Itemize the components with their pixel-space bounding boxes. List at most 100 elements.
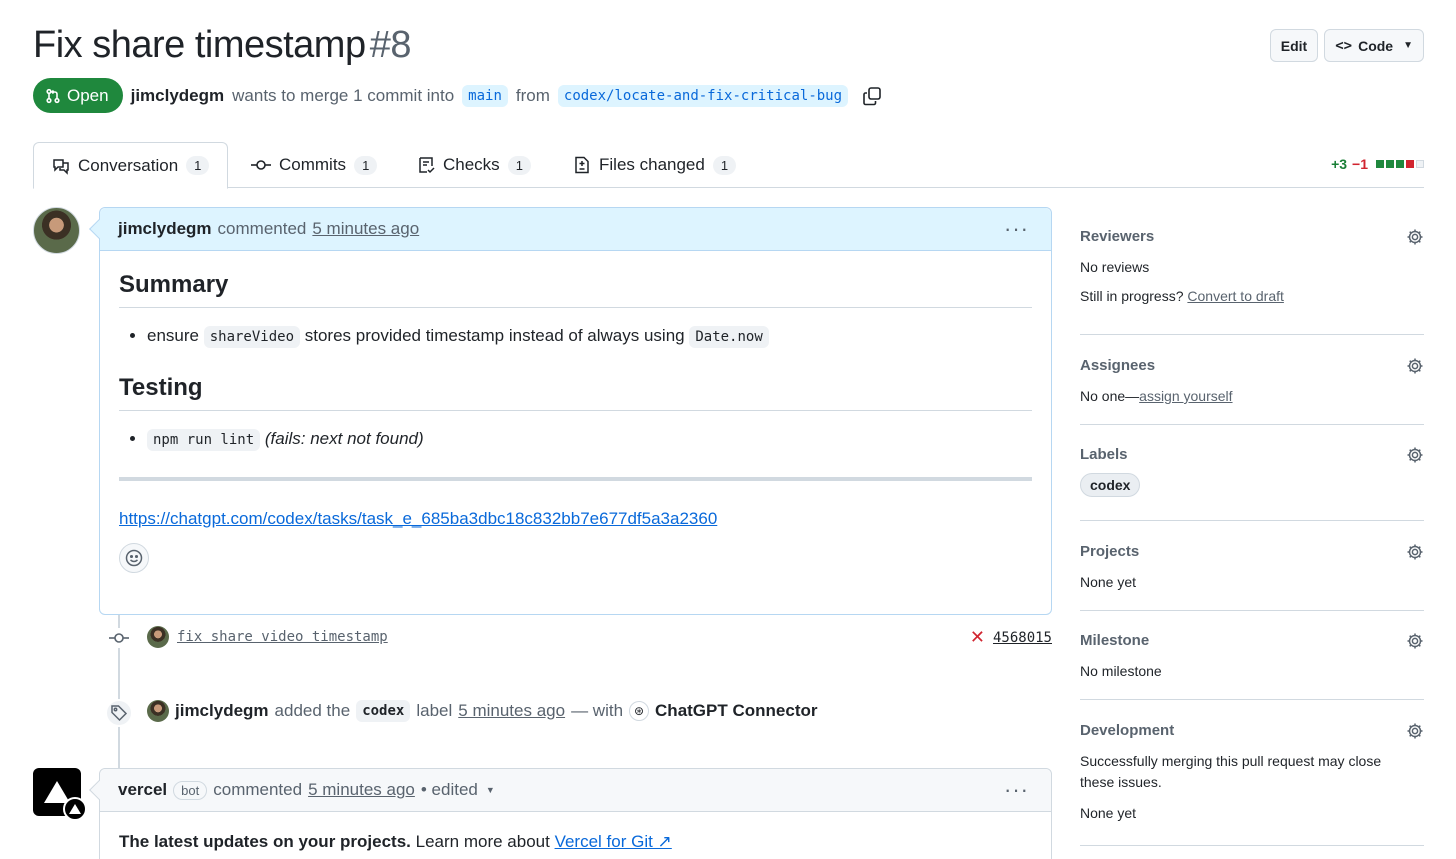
sidebar-title[interactable]: Reviewers xyxy=(1080,228,1424,245)
kebab-menu-icon[interactable]: ··· xyxy=(1004,777,1029,803)
gear-icon[interactable] xyxy=(1406,446,1424,464)
comment-timestamp[interactable]: 5 minutes ago xyxy=(308,780,415,800)
sidebar-title[interactable]: Development xyxy=(1080,722,1424,739)
comment-author[interactable]: vercel xyxy=(118,780,167,800)
code-label: Code xyxy=(1358,37,1394,54)
label-event-node xyxy=(105,699,133,727)
summary-heading: Summary xyxy=(119,271,1032,308)
pr-tabs: Conversation 1 Commits 1 Checks 1 Files … xyxy=(33,142,1424,189)
commit-message-link[interactable]: fix share video timestamp xyxy=(177,629,388,645)
header-actions: Edit <> Code ▼ xyxy=(1269,29,1424,62)
code-icon: <> xyxy=(1335,37,1353,54)
sidebar-value: Still in progress? xyxy=(1080,288,1184,304)
gear-icon[interactable] xyxy=(1406,543,1424,561)
file-diff-icon xyxy=(575,156,589,174)
sidebar-title[interactable]: Projects xyxy=(1080,543,1424,560)
status-badge: Open xyxy=(33,78,123,113)
sidebar-projects: Projects None yet xyxy=(1080,543,1424,611)
sidebar-value: No reviews xyxy=(1080,259,1150,275)
gear-icon[interactable] xyxy=(1406,357,1424,375)
comment-action: commented xyxy=(217,219,307,238)
sidebar-development: Development Successfully merging this pu… xyxy=(1080,722,1424,846)
inline-code: shareVideo xyxy=(203,326,301,348)
assign-yourself-link[interactable]: assign yourself xyxy=(1139,388,1232,404)
from-text: from xyxy=(515,85,550,105)
gear-icon[interactable] xyxy=(1406,228,1424,246)
inline-code: Date.now xyxy=(689,326,769,348)
sidebar-labels: Labels codex xyxy=(1080,446,1424,521)
head-branch[interactable]: codex/locate-and-fix-critical-bug xyxy=(557,84,849,107)
edit-button[interactable]: Edit xyxy=(1269,29,1319,62)
add-reaction-button[interactable] xyxy=(119,543,149,573)
inline-code: npm run lint xyxy=(147,429,261,451)
comment-timestamp[interactable]: 5 minutes ago xyxy=(312,219,419,239)
sidebar-title[interactable]: Labels xyxy=(1080,446,1424,463)
label-pill[interactable]: codex xyxy=(1080,473,1141,497)
diff-block xyxy=(1376,160,1384,168)
diffstat[interactable]: +3 −1 xyxy=(1331,156,1424,172)
event-text: — with xyxy=(571,701,624,720)
sidebar-assignees: Assignees No one—assign yourself xyxy=(1080,357,1424,425)
tab-counter: 1 xyxy=(186,156,210,175)
body-strong: The latest updates on your projects. xyxy=(119,832,411,851)
sidebar-title[interactable]: Assignees xyxy=(1080,357,1424,374)
connector-name[interactable]: ChatGPT Connector xyxy=(655,701,817,721)
pr-title-row: Fix share timestamp #8 xyxy=(33,24,412,67)
sidebar-value: None yet xyxy=(1080,574,1137,590)
smiley-icon xyxy=(125,549,143,567)
tab-label: Conversation xyxy=(78,155,179,175)
pr-title: Fix share timestamp xyxy=(33,24,366,66)
testing-item: npm run lint (fails: next not found) xyxy=(147,429,1032,451)
convert-to-draft-link[interactable]: Convert to draft xyxy=(1187,288,1284,304)
vercel-for-git-link[interactable]: Vercel for Git ↗ xyxy=(555,832,672,851)
comment-discussion-icon xyxy=(53,158,69,175)
copy-icon[interactable] xyxy=(862,86,882,106)
x-icon[interactable]: ✕ xyxy=(970,627,985,648)
tab-commits[interactable]: Commits 1 xyxy=(233,142,395,188)
avatar[interactable] xyxy=(33,207,80,254)
chevron-down-icon[interactable]: ▼ xyxy=(486,785,495,795)
testing-heading: Testing xyxy=(119,374,1032,411)
label-pill[interactable]: codex xyxy=(356,700,411,722)
tab-label: Checks xyxy=(443,155,500,174)
edited-dropdown[interactable]: • edited xyxy=(421,780,478,800)
summary-text: stores provided timestamp instead of alw… xyxy=(304,326,685,345)
base-branch[interactable]: main xyxy=(462,84,508,107)
sidebar: Reviewers No reviews Still in progress? … xyxy=(1080,228,1424,858)
bot-badge: bot xyxy=(173,780,208,800)
tab-files-changed[interactable]: Files changed 1 xyxy=(555,142,754,188)
comment-action: commented xyxy=(213,780,303,799)
gear-icon[interactable] xyxy=(1406,632,1424,650)
codex-task-link[interactable]: https://chatgpt.com/codex/tasks/task_e_6… xyxy=(119,509,717,528)
tab-counter: 1 xyxy=(354,155,378,175)
sidebar-milestone: Milestone No milestone xyxy=(1080,632,1424,700)
commit-row: fix share video timestamp xyxy=(147,626,388,648)
sidebar-title[interactable]: Milestone xyxy=(1080,632,1424,649)
code-button[interactable]: <> Code ▼ xyxy=(1324,29,1424,62)
kebab-menu-icon[interactable]: ··· xyxy=(1004,216,1029,242)
tab-conversation[interactable]: Conversation 1 xyxy=(33,142,229,189)
tab-checks[interactable]: Checks 1 xyxy=(399,142,549,188)
tab-counter: 1 xyxy=(712,155,737,175)
pr-number: #8 xyxy=(369,24,412,66)
chevron-down-icon: ▼ xyxy=(1403,40,1413,51)
commit-sha-link[interactable]: 4568015 xyxy=(993,630,1052,646)
gear-icon[interactable] xyxy=(1406,722,1424,740)
comment-body: The latest updates on your projects. Lea… xyxy=(100,812,1051,859)
pr-author-link[interactable]: jimclydegm xyxy=(131,86,225,106)
diff-block xyxy=(1386,160,1394,168)
comment-header: jimclydegm commented 5 minutes ago ··· xyxy=(100,208,1051,251)
comment-author[interactable]: jimclydegm xyxy=(118,219,212,239)
merge-text: wants to merge 1 commit into xyxy=(232,85,455,105)
draft-row: Still in progress? Convert to draft xyxy=(1080,288,1424,304)
event-timestamp[interactable]: 5 minutes ago xyxy=(458,701,565,721)
deletions-count: −1 xyxy=(1352,156,1368,172)
pr-meta: Open jimclydegm wants to merge 1 commit … xyxy=(33,78,882,113)
git-pull-request-icon xyxy=(46,88,60,103)
additions-count: +3 xyxy=(1331,156,1348,172)
diffstat-blocks xyxy=(1376,160,1424,168)
avatar[interactable] xyxy=(147,700,169,722)
event-actor[interactable]: jimclydegm xyxy=(175,701,269,721)
tag-icon xyxy=(111,705,128,722)
avatar[interactable] xyxy=(147,626,169,648)
